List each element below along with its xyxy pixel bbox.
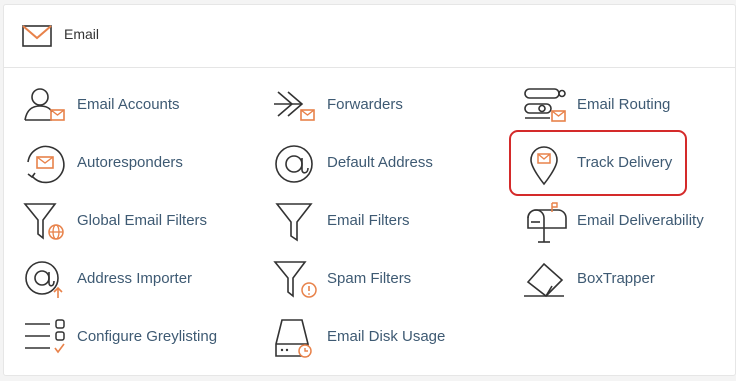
spam-filters-link[interactable]: Spam Filters [272, 256, 502, 304]
email-accounts-label: Email Accounts [77, 96, 180, 113]
autoresponders-link[interactable]: Autoresponders [22, 140, 252, 188]
spam-filters-label: Spam Filters [327, 270, 412, 287]
panel-title: Email [64, 26, 100, 42]
email-filters-link[interactable]: Email Filters [272, 198, 502, 246]
default-address-link[interactable]: Default Address [272, 140, 502, 188]
address-importer-label: Address Importer [77, 270, 193, 287]
greylisting-icon [22, 314, 72, 362]
default-address-label: Default Address [327, 154, 433, 171]
email-routing-icon [522, 82, 572, 130]
email-tools-grid: Email Accounts Forwarders Email Routing … [4, 68, 735, 375]
autoresponders-label: Autoresponders [77, 154, 183, 171]
spam-filter-icon [272, 256, 322, 304]
forwarders-icon [272, 82, 322, 130]
email-deliverability-link[interactable]: Email Deliverability [522, 198, 736, 246]
global-filter-icon [22, 198, 72, 246]
envelope-icon [22, 23, 52, 49]
email-routing-link[interactable]: Email Routing [522, 82, 736, 130]
track-delivery-highlight [509, 130, 687, 196]
address-importer-icon [22, 256, 72, 304]
at-sign-icon [272, 140, 322, 188]
global-email-filters-label: Global Email Filters [77, 212, 208, 229]
mailbox-icon [522, 198, 572, 246]
address-importer-link[interactable]: Address Importer [22, 256, 252, 304]
email-deliverability-label: Email Deliverability [577, 212, 704, 229]
configure-greylisting-label: Configure Greylisting [77, 328, 218, 345]
filter-icon [272, 198, 322, 246]
configure-greylisting-link[interactable]: Configure Greylisting [22, 314, 252, 362]
email-accounts-icon [22, 82, 72, 130]
email-filters-label: Email Filters [327, 212, 410, 229]
panel-header: Email [4, 5, 735, 68]
forwarders-link[interactable]: Forwarders [272, 82, 502, 130]
email-disk-usage-label: Email Disk Usage [327, 328, 446, 345]
email-disk-usage-link[interactable]: Email Disk Usage [272, 314, 502, 362]
email-accounts-link[interactable]: Email Accounts [22, 82, 252, 130]
boxtrapper-label: BoxTrapper [577, 270, 655, 287]
forwarders-label: Forwarders [327, 96, 403, 113]
autoresponders-icon [22, 140, 72, 188]
boxtrapper-link[interactable]: BoxTrapper [522, 256, 736, 304]
global-email-filters-link[interactable]: Global Email Filters [22, 198, 252, 246]
email-routing-label: Email Routing [577, 96, 671, 113]
disk-usage-icon [272, 314, 322, 362]
boxtrapper-icon [522, 256, 572, 304]
